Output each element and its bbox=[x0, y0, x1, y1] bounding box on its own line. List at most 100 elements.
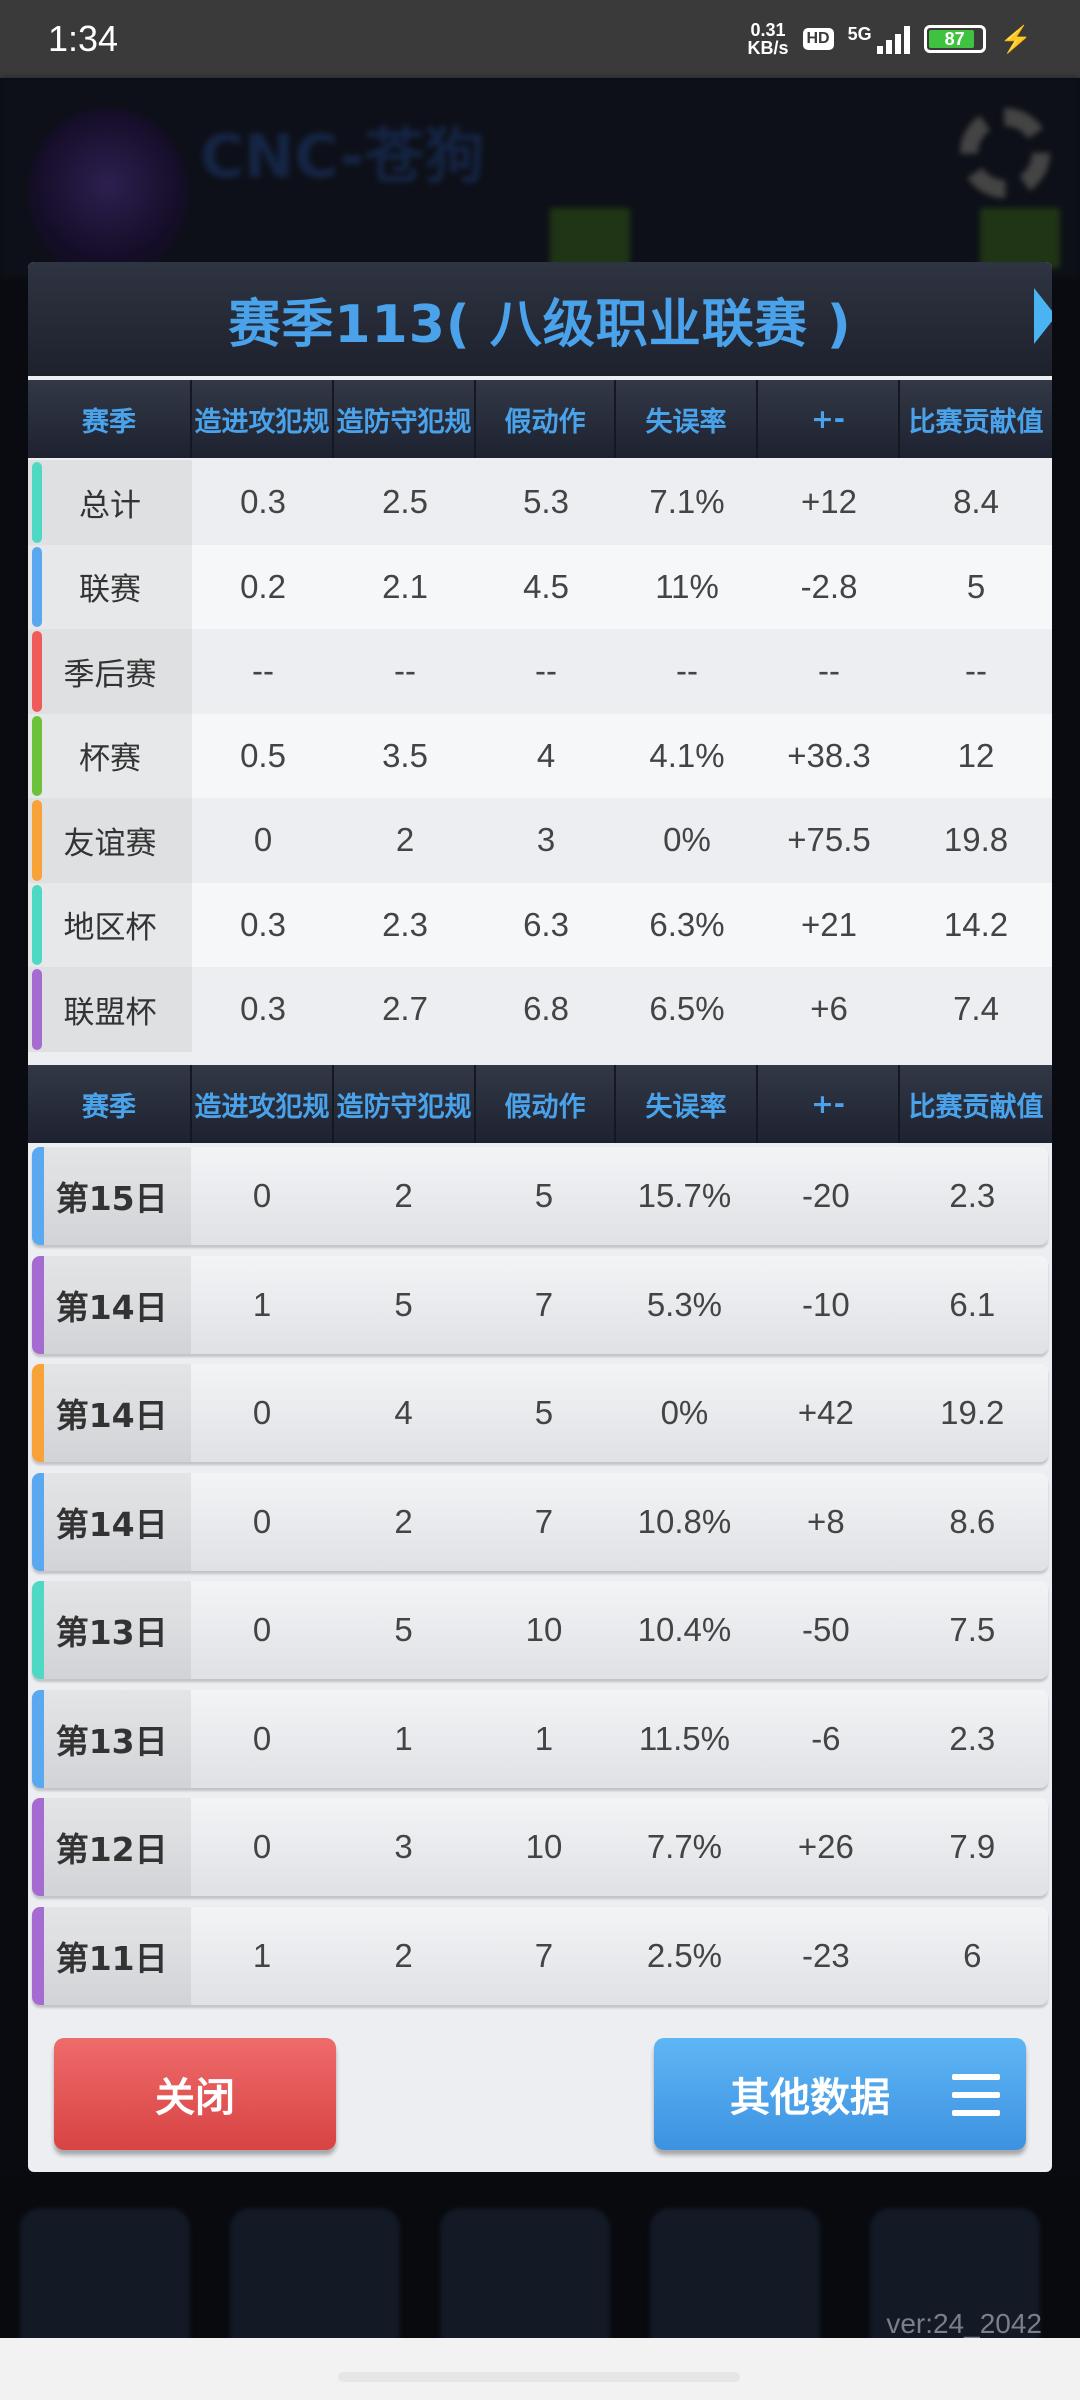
cell-turnover-rate: 2.5% bbox=[646, 1936, 723, 1974]
row-label: 地区杯 bbox=[28, 882, 192, 967]
daily-row[interactable]: 第14日 1 5 7 5.3% -10 6.1 bbox=[32, 1255, 1048, 1354]
cell-fakes: 5 bbox=[534, 1177, 554, 1214]
column-header-season: 赛季 bbox=[28, 1065, 192, 1143]
cell-contribution: 8.6 bbox=[949, 1502, 996, 1540]
row-label: 第13日 bbox=[32, 1689, 192, 1788]
cell-plus-minus: +21 bbox=[801, 905, 857, 943]
cell-plus-minus: +42 bbox=[797, 1394, 854, 1431]
cell-turnover-rate: 7.1% bbox=[649, 483, 725, 521]
cell-contribution: -- bbox=[965, 652, 987, 690]
cell-plus-minus: -6 bbox=[811, 1719, 841, 1757]
cell-defensive-fouls: 1 bbox=[394, 1719, 413, 1757]
row-accent bbox=[32, 546, 42, 627]
cell-offensive-fouls: -- bbox=[252, 652, 274, 690]
status-bar: 1:34 0.31 KB/s HD 5G 87 ⚡ bbox=[0, 0, 1080, 78]
row-label: 第12日 bbox=[32, 1798, 192, 1896]
daily-row[interactable]: 第13日 0 1 1 11.5% -6 2.3 bbox=[32, 1689, 1048, 1788]
next-season-arrow-icon[interactable] bbox=[1034, 288, 1052, 344]
cell-offensive-fouls: 0 bbox=[252, 1502, 272, 1540]
cell-contribution: 2.3 bbox=[949, 1719, 996, 1757]
cell-turnover-rate: 0% bbox=[660, 1394, 709, 1431]
row-accent bbox=[32, 631, 42, 712]
cell-fakes: 5.3 bbox=[523, 483, 569, 521]
daily-row[interactable]: 第11日 1 2 7 2.5% -23 6 bbox=[32, 1906, 1048, 2005]
row-label: 杯赛 bbox=[28, 713, 192, 798]
cell-plus-minus: +75.5 bbox=[787, 821, 871, 859]
cell-turnover-rate: 15.7% bbox=[637, 1177, 732, 1214]
status-icons: 0.31 KB/s HD 5G 87 ⚡ bbox=[747, 21, 1032, 57]
cell-offensive-fouls: 0.3 bbox=[240, 905, 286, 943]
cell-defensive-fouls: 2 bbox=[394, 1936, 413, 1974]
cell-fakes: 7 bbox=[534, 1936, 554, 1974]
battery-level: 87 bbox=[944, 28, 965, 49]
cell-plus-minus: -50 bbox=[802, 1611, 850, 1648]
row-label: 季后赛 bbox=[28, 629, 192, 714]
cell-plus-minus: +6 bbox=[810, 990, 848, 1028]
cell-fakes: 7 bbox=[534, 1502, 554, 1540]
cell-fakes: 4 bbox=[536, 736, 556, 774]
navigation-bar bbox=[0, 2338, 1080, 2400]
cell-plus-minus: -10 bbox=[802, 1285, 850, 1323]
cell-offensive-fouls: 0 bbox=[252, 1394, 272, 1431]
row-label: 友谊赛 bbox=[28, 798, 192, 883]
cell-turnover-rate: -- bbox=[676, 652, 698, 690]
dialog-header: 赛季113( 八级职业联赛 ) bbox=[28, 262, 1052, 376]
cell-offensive-fouls: 0.2 bbox=[240, 567, 286, 605]
close-button-label: 关闭 bbox=[155, 2075, 235, 2121]
column-header-plus-minus: +- bbox=[758, 1065, 900, 1143]
daily-row[interactable]: 第14日 0 4 5 0% +42 19.2 bbox=[32, 1364, 1048, 1462]
summary-row: 联盟杯 0.3 2.7 6.8 6.5% +6 7.4 bbox=[28, 967, 1052, 1052]
column-header-contribution: 比赛贡献值 bbox=[908, 1091, 1044, 1123]
row-label: 第14日 bbox=[32, 1255, 192, 1354]
cell-fakes: 5 bbox=[534, 1394, 554, 1431]
column-header-fakes: 假动作 bbox=[476, 380, 616, 458]
cell-fakes: 6.3 bbox=[523, 905, 569, 943]
cell-defensive-fouls: 3 bbox=[394, 1828, 413, 1865]
cell-fakes: 6.8 bbox=[523, 990, 569, 1028]
cell-offensive-fouls: 1 bbox=[252, 1285, 272, 1323]
summary-row: 杯赛 0.5 3.5 4 4.1% +38.3 12 bbox=[28, 713, 1052, 798]
row-label: 第14日 bbox=[32, 1364, 192, 1462]
cell-plus-minus: +12 bbox=[801, 483, 857, 521]
home-indicator[interactable] bbox=[338, 2372, 740, 2382]
column-header-turnover-rate: 失误率 bbox=[616, 380, 758, 458]
summary-row: 地区杯 0.3 2.3 6.3 6.3% +21 14.2 bbox=[28, 882, 1052, 967]
cell-defensive-fouls: 2.5 bbox=[382, 483, 428, 521]
cell-turnover-rate: 7.7% bbox=[646, 1828, 723, 1865]
cell-contribution: 7.9 bbox=[949, 1828, 996, 1865]
cell-plus-minus: +38.3 bbox=[787, 736, 871, 774]
daily-table-header: 赛季 造进攻犯规 造防守犯规 假动作 失误率 +- 比赛贡献值 bbox=[28, 1065, 1052, 1143]
summary-row: 联赛 0.2 2.1 4.5 11% -2.8 5 bbox=[28, 544, 1052, 629]
cell-defensive-fouls: 2.7 bbox=[382, 990, 428, 1028]
column-header-defensive-fouls: 造防守犯规 bbox=[334, 1065, 476, 1143]
other-data-button-label: 其他数据 bbox=[730, 2075, 890, 2121]
cell-plus-minus: +8 bbox=[807, 1502, 845, 1540]
dialog-title: 赛季113( 八级职业联赛 ) bbox=[228, 294, 852, 355]
column-header-offensive-fouls: 造进攻犯规 bbox=[192, 380, 334, 458]
season-stats-dialog: 赛季113( 八级职业联赛 ) 赛季 造进攻犯规 造防守犯规 假动作 失误率 +… bbox=[28, 262, 1052, 2172]
cell-defensive-fouls: 2 bbox=[394, 1177, 413, 1214]
daily-row[interactable]: 第12日 0 3 10 7.7% +26 7.9 bbox=[32, 1798, 1048, 1896]
close-button[interactable]: 关闭 bbox=[54, 2038, 336, 2150]
daily-row[interactable]: 第15日 0 2 5 15.7% -20 2.3 bbox=[32, 1147, 1048, 1245]
cell-contribution: 14.2 bbox=[943, 905, 1009, 943]
cell-plus-minus: -- bbox=[818, 652, 840, 690]
cell-fakes: 4.5 bbox=[523, 567, 569, 605]
row-label: 第15日 bbox=[32, 1147, 192, 1245]
daily-row[interactable]: 第13日 0 5 10 10.4% -50 7.5 bbox=[32, 1581, 1048, 1679]
row-accent bbox=[32, 1581, 44, 1679]
daily-row[interactable]: 第14日 0 2 7 10.8% +8 8.6 bbox=[32, 1472, 1048, 1571]
cell-turnover-rate: 4.1% bbox=[649, 736, 725, 774]
cell-fakes: 1 bbox=[534, 1719, 554, 1757]
cell-turnover-rate: 11.5% bbox=[638, 1719, 730, 1757]
other-data-button[interactable]: 其他数据 bbox=[654, 2038, 1026, 2150]
battery-icon: 87 bbox=[923, 25, 986, 53]
cell-offensive-fouls: 1 bbox=[252, 1936, 272, 1974]
cell-offensive-fouls: 0 bbox=[252, 1611, 272, 1648]
cell-fakes: 7 bbox=[534, 1285, 554, 1323]
column-header-season: 赛季 bbox=[28, 380, 192, 458]
cell-turnover-rate: 5.3% bbox=[646, 1285, 723, 1323]
cell-offensive-fouls: 0 bbox=[252, 1828, 272, 1865]
column-header-offensive-fouls: 造进攻犯规 bbox=[192, 1065, 334, 1143]
row-label: 第11日 bbox=[32, 1906, 192, 2005]
